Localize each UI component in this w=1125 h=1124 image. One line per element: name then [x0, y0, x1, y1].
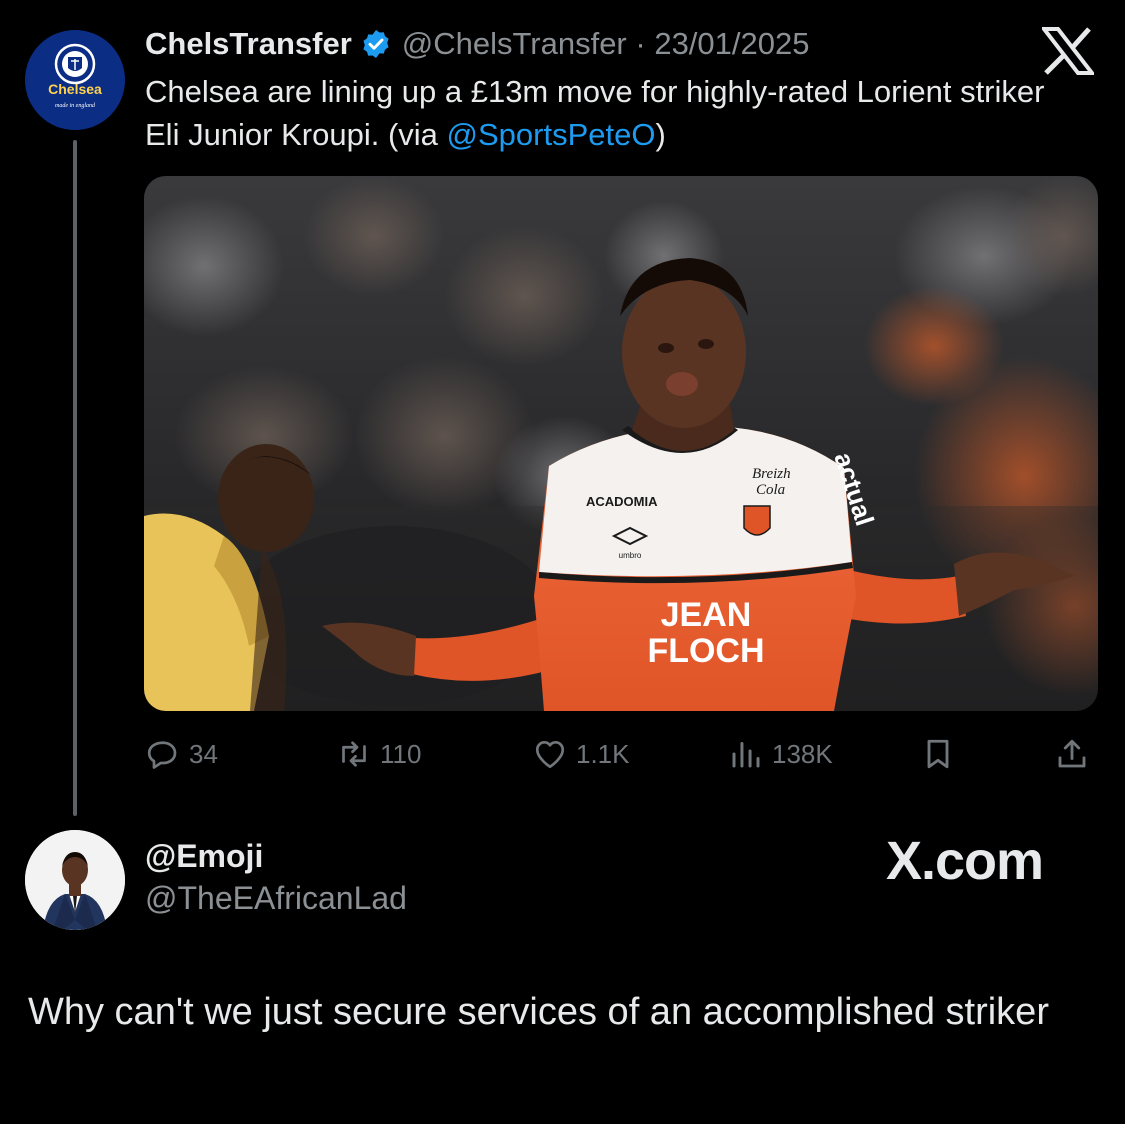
views-icon [732, 742, 760, 768]
mention-link[interactable]: @SportsPeteO [447, 117, 656, 152]
emoji-user-avatar[interactable] [25, 830, 125, 930]
tweet-header: ChelsTransfer @ChelsTransfer · 23/01/202… [145, 24, 809, 64]
author-display-name[interactable]: ChelsTransfer [145, 26, 352, 62]
thread-connector-line [73, 140, 77, 816]
share-button[interactable] [1054, 733, 1098, 775]
retweet-icon [342, 741, 366, 767]
like-button[interactable]: 1.1K [532, 733, 630, 775]
svg-text:Breizh: Breizh [752, 466, 791, 482]
x-logo-icon [1042, 27, 1094, 75]
like-count: 1.1K [576, 738, 630, 769]
verified-badge-icon [363, 30, 389, 58]
chelstransfer-avatar[interactable]: Chelsea made in england [25, 30, 125, 130]
share-icon [1058, 739, 1086, 768]
reply-button[interactable]: 34 [145, 733, 218, 775]
lorient-crest-icon [743, 505, 771, 536]
tweet-date[interactable]: 23/01/2025 [654, 26, 809, 62]
heart-icon [535, 740, 565, 769]
bookmark-icon [927, 739, 949, 769]
reply-author-display-name[interactable]: @Emoji [145, 838, 263, 875]
reply-author-handle[interactable]: @TheEAfricanLad [145, 880, 407, 917]
reply-icon [147, 741, 177, 769]
views-count: 138K [772, 738, 833, 769]
bookmark-button[interactable] [920, 733, 964, 775]
player-photo: actual ACADOMIA umbro Breizh Cola JEAN F… [144, 176, 1098, 711]
svg-text:umbro: umbro [619, 551, 642, 560]
reply-count: 34 [189, 738, 218, 769]
svg-text:Chelsea: Chelsea [48, 81, 102, 97]
reply-text: Why can't we just secure services of an … [28, 991, 1049, 1033]
tweet-text: Chelsea are lining up a £13m move for hi… [145, 70, 1045, 156]
views-button[interactable]: 138K [728, 733, 833, 775]
meta-separator: · [626, 26, 655, 61]
tweet-media-photo[interactable]: actual ACADOMIA umbro Breizh Cola JEAN F… [144, 176, 1098, 711]
user-photo [25, 830, 125, 930]
svg-text:JEAN: JEAN [661, 596, 752, 634]
tweet-text-end: ) [655, 117, 666, 152]
svg-text:made in england: made in england [55, 103, 96, 109]
svg-text:FLOCH: FLOCH [647, 632, 764, 670]
retweet-count: 110 [380, 738, 422, 769]
svg-text:Cola: Cola [756, 482, 785, 498]
retweet-button[interactable]: 110 [336, 733, 421, 775]
xcom-watermark: X.com [886, 831, 1044, 891]
author-handle[interactable]: @ChelsTransfer [402, 26, 627, 62]
chelsea-crest-logo: Chelsea made in england [25, 30, 125, 130]
svg-text:ACADOMIA: ACADOMIA [586, 494, 658, 509]
